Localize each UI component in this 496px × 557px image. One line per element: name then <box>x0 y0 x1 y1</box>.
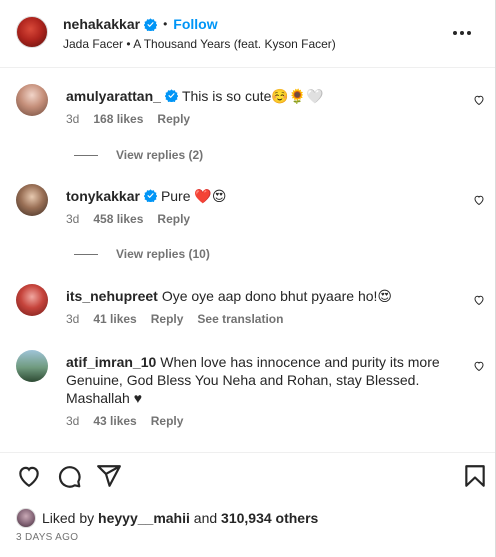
like-comment-heart-icon[interactable] <box>473 294 485 306</box>
follow-button[interactable]: Follow <box>173 16 217 32</box>
author-line: nehakakkar • Follow <box>63 16 218 32</box>
view-replies-button[interactable]: View replies (2) <box>70 148 203 162</box>
like-comment-heart-icon[interactable] <box>473 194 485 206</box>
comment-username[interactable]: atif_imran_10 <box>66 354 156 370</box>
separator-dot: • <box>163 17 168 31</box>
view-replies-label: View replies (2) <box>116 148 204 162</box>
comment-text: This is so cute☺️🌻🤍 <box>181 88 324 104</box>
commenter-avatar[interactable] <box>16 284 48 316</box>
post-actions: Liked by heyyy__mahii and 310,934 others… <box>0 452 495 557</box>
liked-by-avatar[interactable] <box>16 508 36 528</box>
reply-button[interactable]: Reply <box>157 112 190 126</box>
verified-icon <box>143 189 157 202</box>
verified-icon <box>164 89 178 102</box>
liked-by-line: Liked by heyyy__mahii and 310,934 others <box>16 508 318 528</box>
comment-meta: 3d 43 likes Reply <box>66 414 183 428</box>
reply-button[interactable]: Reply <box>157 212 190 226</box>
comment-item: atif_imran_10 When love has innocence and… <box>0 350 495 440</box>
comment-likes[interactable]: 41 likes <box>93 312 136 326</box>
comment-item: tonykakkar Pure ❤️😍 3d 458 likes Reply Vi… <box>0 184 495 274</box>
comment-meta: 3d 458 likes Reply <box>66 212 190 226</box>
liked-by-prefix: Liked by <box>42 510 95 526</box>
comment-username[interactable]: tonykakkar <box>66 188 140 204</box>
reply-button[interactable]: Reply <box>151 312 184 326</box>
comment-likes[interactable]: 168 likes <box>93 112 143 126</box>
comment-likes[interactable]: 43 likes <box>93 414 136 428</box>
post-header: nehakakkar • Follow Jada Facer • A Thous… <box>0 0 495 68</box>
comment-meta: 3d 41 likes Reply See translation <box>66 312 283 326</box>
comment-age[interactable]: 3d <box>66 112 79 126</box>
like-comment-heart-icon[interactable] <box>473 360 485 372</box>
comment-age[interactable]: 3d <box>66 312 79 326</box>
post-comments-panel: nehakakkar • Follow Jada Facer • A Thous… <box>0 0 496 557</box>
liked-by-user[interactable]: heyyy__mahii <box>98 510 190 526</box>
comment-item: amulyarattan_ This is so cute☺️🌻🤍 3d 168 … <box>0 84 495 174</box>
audio-track[interactable]: Jada Facer • A Thousand Years (feat. Kys… <box>63 37 336 51</box>
liked-by-count[interactable]: 310,934 others <box>221 510 318 526</box>
view-replies-button[interactable]: View replies (10) <box>70 247 210 261</box>
author-username[interactable]: nehakakkar <box>63 16 140 32</box>
comment-body: atif_imran_10 When love has innocence and… <box>66 353 446 407</box>
more-options-icon[interactable] <box>453 26 477 40</box>
see-translation-button[interactable]: See translation <box>197 312 283 326</box>
commenter-avatar[interactable] <box>16 350 48 382</box>
comment-text: Pure ❤️😍 <box>160 188 227 204</box>
comment-age[interactable]: 3d <box>66 414 79 428</box>
author-avatar[interactable] <box>16 16 48 48</box>
comment-item: its_nehupreet Oye oye aap dono bhut pyaar… <box>0 284 495 334</box>
comment-body: amulyarattan_ This is so cute☺️🌻🤍 <box>66 87 446 105</box>
comment-age[interactable]: 3d <box>66 212 79 226</box>
comment-likes[interactable]: 458 likes <box>93 212 143 226</box>
comment-body: tonykakkar Pure ❤️😍 <box>66 187 446 205</box>
comment-body: its_nehupreet Oye oye aap dono bhut pyaar… <box>66 287 446 305</box>
verified-icon <box>144 17 158 31</box>
bookmark-icon[interactable] <box>462 463 488 489</box>
share-icon[interactable] <box>96 463 122 489</box>
commenter-avatar[interactable] <box>16 84 48 116</box>
liked-by-and: and <box>193 510 218 526</box>
comment-meta: 3d 168 likes Reply <box>66 112 190 126</box>
reply-button[interactable]: Reply <box>151 414 184 428</box>
like-comment-heart-icon[interactable] <box>473 94 485 106</box>
comment-text: Oye oye aap dono bhut pyaare ho!😍 <box>161 288 393 304</box>
commenter-avatar[interactable] <box>16 184 48 216</box>
view-replies-label: View replies (10) <box>116 247 210 261</box>
comment-username[interactable]: amulyarattan_ <box>66 88 161 104</box>
post-timestamp[interactable]: 3 DAYS AGO <box>16 532 78 543</box>
comment-username[interactable]: its_nehupreet <box>66 288 158 304</box>
comment-icon[interactable] <box>56 463 82 489</box>
heart-icon[interactable] <box>16 463 42 489</box>
